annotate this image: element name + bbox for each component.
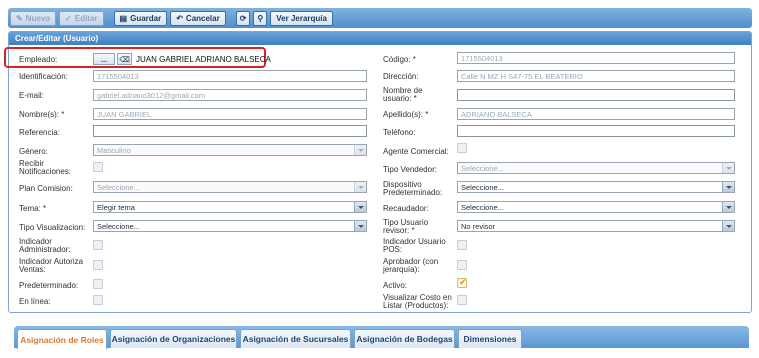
activo-checkbox[interactable] bbox=[457, 277, 467, 288]
apellidos-field[interactable]: ADRIANO BALSECA bbox=[457, 108, 735, 120]
tipo-vendedor-select[interactable]: Seleccione... bbox=[457, 162, 735, 174]
referencia-label: Referencia: bbox=[19, 128, 60, 137]
email-field[interactable]: gabriel.adriano3012@gmail.com bbox=[93, 89, 367, 101]
codigo-field[interactable]: 1715504013 bbox=[457, 52, 735, 64]
chevron-down-icon bbox=[722, 202, 734, 212]
identificacion-label: Identificación: bbox=[19, 72, 68, 81]
visualizar-costo-label: Visualizar Costo en Listar (Productos): bbox=[383, 293, 452, 310]
chevron-down-icon bbox=[354, 182, 366, 192]
plan-comision-label: Plan Comision: bbox=[19, 184, 73, 193]
nombre-usuario-label: Nombre de usuario: * bbox=[383, 86, 423, 103]
refresh-button[interactable]: ⟳ bbox=[235, 10, 251, 26]
tipo-usuario-revisor-select[interactable]: No revisor bbox=[457, 220, 735, 232]
cancelar-button[interactable]: ↶ Cancelar bbox=[170, 10, 226, 26]
agente-comercial-checkbox[interactable] bbox=[457, 143, 467, 153]
nombres-label: Nombre(s): * bbox=[19, 110, 65, 119]
search-icon: ⚲ bbox=[257, 13, 264, 23]
recaudador-label: Recaudador: bbox=[383, 204, 429, 213]
tab-asignacion-bodegas[interactable]: Asignación de Bodegas bbox=[354, 329, 455, 348]
activo-label: Activo: bbox=[383, 281, 408, 290]
aprobador-jerarquia-checkbox[interactable] bbox=[457, 260, 467, 270]
save-icon: ▤ bbox=[119, 13, 128, 23]
tipo-visualizacion-label: Tipo Visualizacion: bbox=[19, 223, 86, 232]
tipo-visualizacion-select[interactable]: Seleccione... bbox=[93, 220, 367, 232]
telefono-label: Teléfono: bbox=[383, 128, 416, 137]
recibir-notificaciones-label: Recibir Notificaciones: bbox=[19, 159, 72, 176]
plan-comision-select[interactable]: Seleccione... bbox=[93, 181, 367, 193]
empleado-value: JUAN GABRIEL ADRIANO BALSECA bbox=[136, 55, 271, 64]
empleado-clear-button[interactable]: ⌫ bbox=[117, 53, 132, 65]
telefono-field[interactable] bbox=[457, 125, 735, 137]
empleado-label: Empleado: bbox=[19, 55, 58, 64]
refresh-icon: ⟳ bbox=[239, 13, 247, 23]
tab-dimensiones[interactable]: Dimensiones bbox=[458, 329, 522, 348]
nombre-usuario-field[interactable] bbox=[457, 89, 735, 101]
en-linea-checkbox[interactable] bbox=[93, 295, 103, 305]
tema-select[interactable]: Elegir tema bbox=[93, 201, 367, 213]
tema-label: Tema: * bbox=[19, 204, 47, 213]
tipo-usuario-revisor-label: Tipo Usuario revisor: * bbox=[383, 218, 429, 235]
apellidos-label: Apellido(s): * bbox=[383, 110, 429, 119]
dispositivo-predeterminado-select[interactable]: Seleccione... bbox=[457, 181, 735, 193]
genero-select[interactable]: Masculino bbox=[93, 144, 367, 156]
indicador-usuario-pos-checkbox[interactable] bbox=[457, 240, 467, 250]
indicador-administrador-label: Indicador Administrador: bbox=[19, 237, 71, 254]
agente-comercial-label: Agente Comercial: bbox=[383, 147, 449, 156]
indicador-usuario-pos-label: Indicador Usuario POS: bbox=[383, 237, 446, 254]
visualizar-costo-checkbox[interactable] bbox=[457, 295, 467, 305]
nuevo-button[interactable]: ✎ Nuevo bbox=[10, 10, 57, 26]
indicador-autoriza-ventas-checkbox[interactable] bbox=[93, 260, 103, 270]
indicador-autoriza-ventas-label: Indicador Autoriza Ventas: bbox=[19, 257, 84, 274]
new-icon: ✎ bbox=[16, 13, 23, 23]
email-label: E-mail: bbox=[19, 91, 44, 100]
recaudador-select[interactable]: Seleccione... bbox=[457, 201, 735, 213]
direccion-field[interactable]: Calle N MZ H S47-75 EL BEATERIO bbox=[457, 70, 735, 82]
guardar-button[interactable]: ▤ Guardar bbox=[113, 10, 168, 26]
chevron-down-icon bbox=[354, 221, 366, 231]
chevron-down-icon bbox=[354, 145, 366, 155]
nombres-field[interactable]: JUAN GABRIEL bbox=[93, 108, 367, 120]
chevron-down-icon bbox=[722, 182, 734, 192]
trash-icon: ⌫ bbox=[119, 54, 130, 64]
chevron-down-icon bbox=[722, 221, 734, 231]
recibir-notificaciones-checkbox[interactable] bbox=[93, 162, 103, 172]
panel-title: Crear/Editar (Usuario) bbox=[9, 32, 751, 45]
identificacion-field[interactable]: 1715504013 bbox=[93, 70, 367, 82]
editar-button[interactable]: ✓ Editar bbox=[59, 10, 104, 26]
chevron-down-icon bbox=[354, 202, 366, 212]
indicador-administrador-checkbox[interactable] bbox=[93, 240, 103, 250]
dispositivo-predeterminado-label: Dispositivo Predeterminado: bbox=[383, 180, 443, 197]
chevron-down-icon bbox=[722, 163, 734, 173]
edit-icon: ✓ bbox=[65, 13, 72, 23]
predeterminado-checkbox[interactable] bbox=[93, 279, 103, 289]
en-linea-label: En línea: bbox=[19, 297, 51, 306]
tab-asignacion-organizaciones[interactable]: Asignación de Organizaciones bbox=[110, 329, 237, 348]
codigo-label: Código: * bbox=[383, 55, 416, 64]
genero-label: Género: bbox=[19, 147, 48, 156]
predeterminado-label: Predeterminado: bbox=[19, 281, 79, 290]
toolbar: ✎ Nuevo ✓ Editar ▤ Guardar ↶ Cancelar ⟳ … bbox=[8, 8, 752, 28]
empleado-select-button[interactable]: ... bbox=[93, 53, 115, 65]
search-button[interactable]: ⚲ bbox=[253, 10, 268, 26]
tab-asignacion-roles[interactable]: Asignación de Roles bbox=[17, 329, 107, 349]
ver-jerarquia-button[interactable]: Ver Jerarquía bbox=[270, 10, 333, 26]
tab-asignacion-sucursales[interactable]: Asignación de Sucursales bbox=[240, 329, 351, 348]
referencia-field[interactable] bbox=[93, 125, 367, 137]
undo-icon: ↶ bbox=[176, 13, 183, 23]
tipo-vendedor-label: Tipo Vendedor: bbox=[383, 165, 437, 174]
aprobador-jerarquia-label: Aprobador (con jerarquía): bbox=[383, 257, 439, 274]
direccion-label: Dirección: bbox=[383, 72, 419, 81]
